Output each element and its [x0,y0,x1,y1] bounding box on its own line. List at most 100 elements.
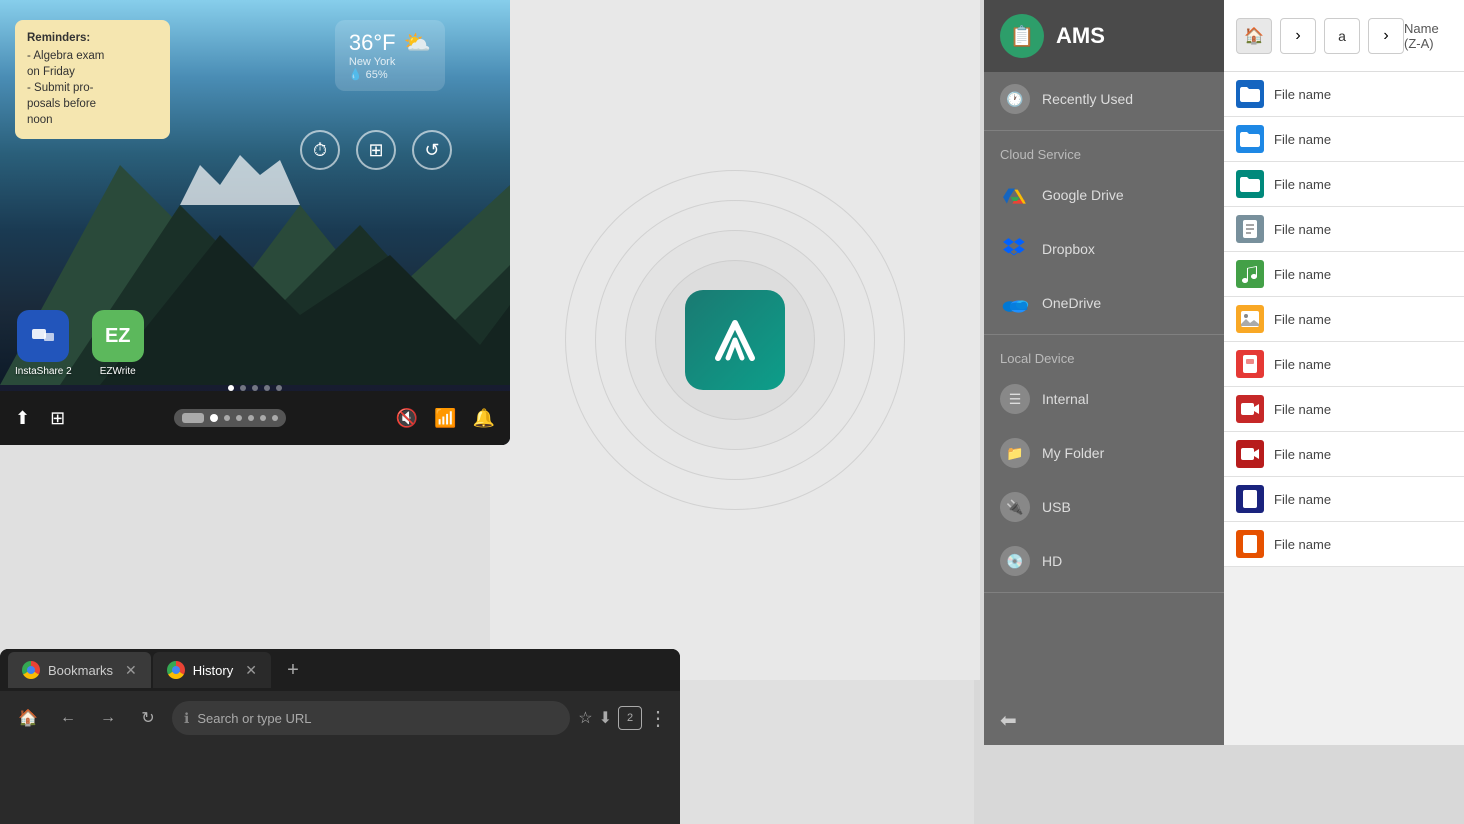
mute-icon[interactable]: 🔇 [396,408,418,429]
image-icon-6 [1236,305,1264,333]
chevron-right-button-2[interactable]: › [1368,18,1404,54]
timer-icon-3[interactable]: ↺ [412,130,452,170]
download-icon[interactable]: ⬇ [599,708,612,728]
sidebar-item-dropbox[interactable]: Dropbox [984,222,1224,276]
usb-label: USB [1042,499,1071,515]
google-drive-icon [1000,180,1030,210]
word-icon-10: W [1236,485,1264,513]
dot-inactive-3 [248,415,254,421]
home-button[interactable]: 🏠 [1236,18,1272,54]
file-name-8: File name [1274,402,1331,417]
file-item-6[interactable]: File name [1224,297,1464,342]
sidebar-item-google-drive[interactable]: Google Drive [984,168,1224,222]
tablet-bottom-bar: ⬆ ⊞ 🔇 📶 🔔 [0,391,510,445]
app-instashare[interactable]: InstaShare 2 [15,310,72,377]
internal-icon: ☰ [1000,384,1030,414]
zip-icon-11: ZIP [1236,530,1264,558]
usb-icon: 🔌 [1000,492,1030,522]
humidity-value: 65% [366,69,388,81]
ams-sidebar: 📋 AMS 🕐 Recently Used Cloud Service Goog… [984,0,1224,745]
sidebar-logout[interactable]: ⬅ [984,696,1224,745]
dropbox-icon [1000,234,1030,264]
chrome-icon-1 [22,661,40,679]
tab-bookmarks[interactable]: Bookmarks ✕ [8,652,151,688]
file-item-8[interactable]: File name [1224,387,1464,432]
ezwrite-icon: EZ [92,310,144,362]
file-name-5: File name [1274,267,1331,282]
letter-a-button[interactable]: a [1324,18,1360,54]
hd-icon: 💿 [1000,546,1030,576]
tab-count-badge[interactable]: 2 [618,706,642,730]
reminders-title: Reminders: [27,30,158,46]
local-device-label: Local Device [984,339,1224,372]
humidity-icon: 💧 [349,69,363,81]
reminders-widget: Reminders: - Algebra examon Friday- Subm… [15,20,170,139]
onedrive-icon [1000,288,1030,318]
recently-used-label: Recently Used [1042,91,1133,107]
ams-panel: 📋 AMS 🕐 Recently Used Cloud Service Goog… [984,0,1464,745]
star-icon[interactable]: ☆ [578,708,592,728]
tablet-panel: Reminders: - Algebra examon Friday- Subm… [0,0,510,445]
sidebar-item-usb[interactable]: 🔌 USB [984,480,1224,534]
home-button[interactable]: 🏠 [12,702,44,734]
tab-bookmarks-label: Bookmarks [48,663,113,678]
sidebar-item-onedrive[interactable]: OneDrive [984,276,1224,330]
tab-history[interactable]: History ✕ [153,652,271,688]
folder-icon-3 [1236,170,1264,198]
file-item-9[interactable]: File name [1224,432,1464,477]
address-bar[interactable]: ℹ Search or type URL [172,701,570,735]
file-name-4: File name [1274,222,1331,237]
app-ezwrite[interactable]: EZ EZWrite [92,310,144,377]
file-list-container: File name File name File name File name [1224,72,1464,745]
video-icon-8 [1236,395,1264,423]
tab-history-label: History [193,663,233,678]
dot-active [210,414,218,422]
grid-icon[interactable]: ⊞ [50,408,65,429]
doc-icon-4 [1236,215,1264,243]
wifi-icon[interactable]: 📶 [434,408,456,429]
back-button[interactable]: ← [52,702,84,734]
cloud-service-label: Cloud Service [984,135,1224,168]
file-name-9: File name [1274,447,1331,462]
tab-bookmarks-close[interactable]: ✕ [125,662,137,679]
center-pill [174,409,286,427]
svg-text:W: W [1245,496,1254,506]
bell-icon[interactable]: 🔔 [473,408,495,429]
file-item-10[interactable]: W File name [1224,477,1464,522]
file-item-11[interactable]: ZIP File name [1224,522,1464,567]
add-tab-button[interactable]: + [277,654,309,686]
ezwrite-label: EZWrite [100,366,136,377]
file-name-7: File name [1274,357,1331,372]
weather-humidity: 💧 65% [349,68,431,81]
share-icon[interactable]: ⬆ [15,408,30,429]
instashare-icon [17,310,69,362]
sidebar-item-hd[interactable]: 💿 HD [984,534,1224,588]
dropbox-label: Dropbox [1042,241,1095,257]
file-item-7[interactable]: File name [1224,342,1464,387]
tablet-nav-center [174,409,286,427]
dot-inactive-1 [224,415,230,421]
ppt-icon-7 [1236,350,1264,378]
timer-icon-1[interactable]: ⏱ [300,130,340,170]
internal-label: Internal [1042,391,1089,407]
my-folder-icon: 📁 [1000,438,1030,468]
sidebar-item-internal[interactable]: ☰ Internal [984,372,1224,426]
menu-icon[interactable]: ⋮ [648,706,668,731]
sidebar-item-my-folder[interactable]: 📁 My Folder [984,426,1224,480]
dot-inactive-4 [260,415,266,421]
file-item-2[interactable]: File name [1224,117,1464,162]
chevron-right-button[interactable]: › [1280,18,1316,54]
address-placeholder: Search or type URL [197,711,558,726]
file-item-1[interactable]: File name [1224,72,1464,117]
file-item-3[interactable]: File name [1224,162,1464,207]
refresh-button[interactable]: ↻ [132,702,164,734]
weather-icon: ⛅ [404,30,431,56]
file-item-4[interactable]: File name [1224,207,1464,252]
forward-button[interactable]: → [92,702,124,734]
file-item-5[interactable]: File name [1224,252,1464,297]
sidebar-item-recently-used[interactable]: 🕐 Recently Used [984,72,1224,126]
timer-icon-2[interactable]: ⊞ [356,130,396,170]
tab-history-close[interactable]: ✕ [245,662,257,679]
file-name-11: File name [1274,537,1331,552]
file-name-2: File name [1274,132,1331,147]
